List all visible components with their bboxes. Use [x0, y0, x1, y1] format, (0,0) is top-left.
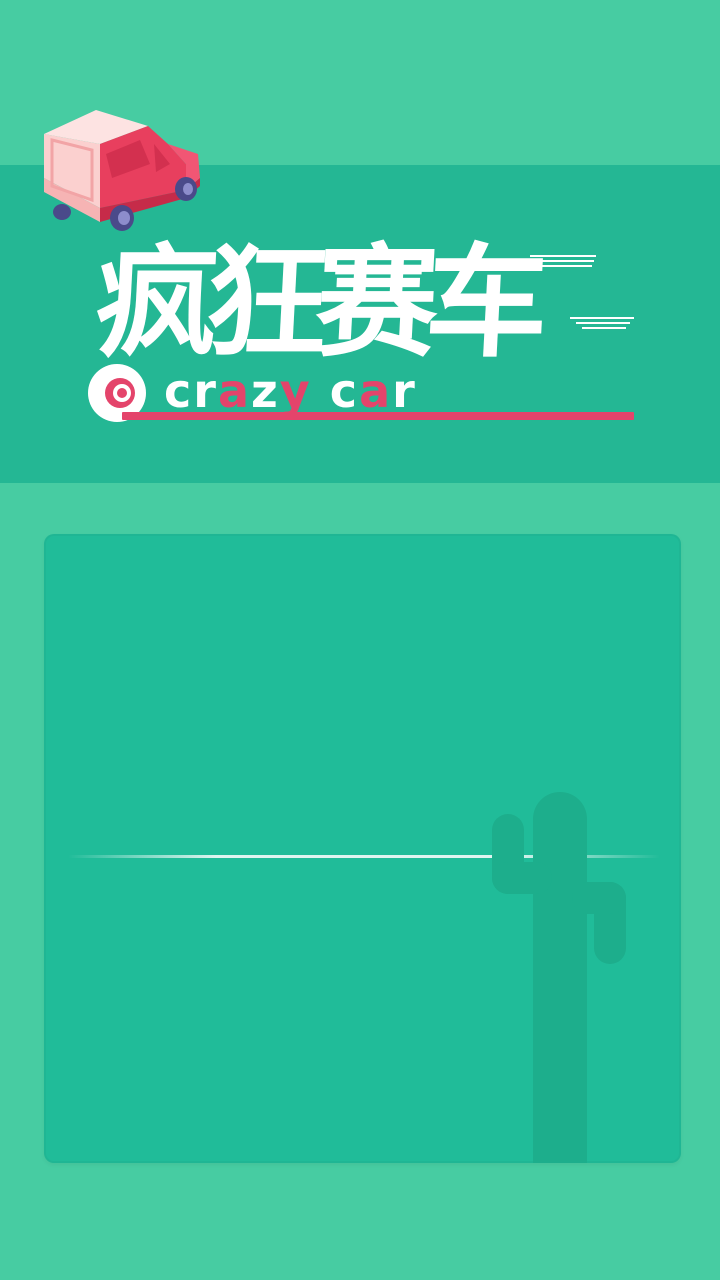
cactus-icon: [492, 792, 626, 1163]
title-en-part-4: y: [279, 364, 312, 418]
title-en-part-3: z: [251, 364, 280, 418]
speed-lines-decoration: [530, 255, 634, 329]
title-en-part-5: c: [311, 364, 360, 418]
game-panel[interactable]: [44, 534, 681, 1163]
title-en-part-1: cr: [164, 364, 218, 418]
title-en-part-7: r: [392, 364, 417, 418]
game-title-chinese: 疯狂赛车: [92, 232, 540, 374]
title-en-part-6: a: [359, 364, 393, 418]
car-icon: [44, 110, 200, 231]
title-underline: [122, 412, 634, 420]
title-en-part-2: a: [217, 364, 251, 418]
